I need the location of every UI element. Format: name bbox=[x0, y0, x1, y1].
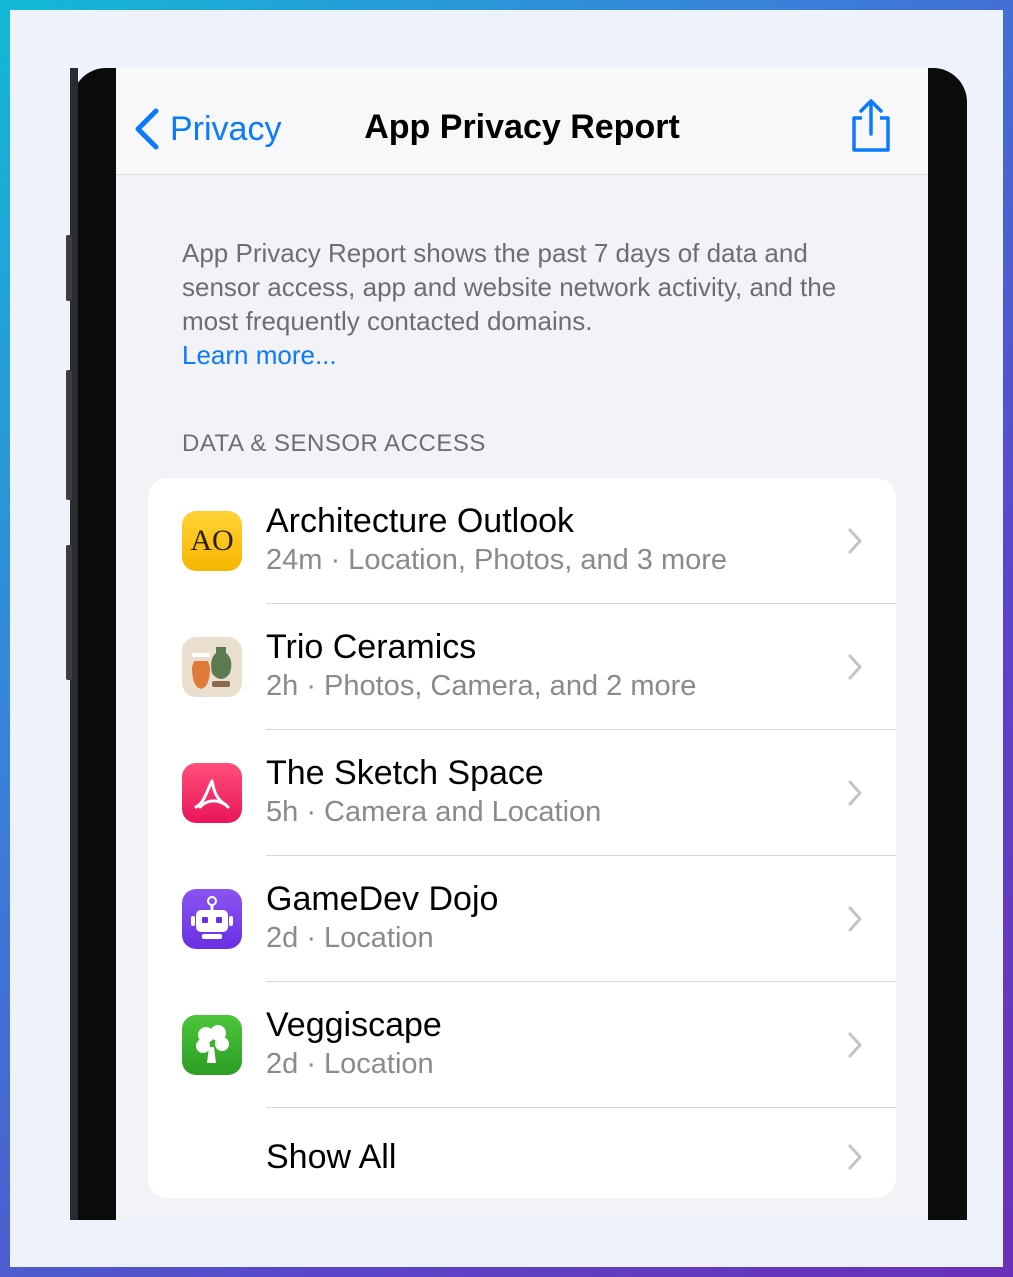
share-icon bbox=[852, 99, 890, 152]
app-access-detail: 24m · Location, Photos, and 3 more bbox=[266, 544, 728, 576]
share-button[interactable] bbox=[848, 98, 894, 154]
learn-more-link[interactable]: Learn more... bbox=[182, 338, 882, 372]
architecture-outlook-icon: AO bbox=[182, 511, 242, 571]
chevron-right-icon bbox=[848, 780, 862, 806]
app-row-trio-ceramics[interactable]: Trio Ceramics 2h · Photos, Camera, and 2… bbox=[148, 604, 896, 730]
side-button bbox=[66, 545, 72, 680]
chevron-right-icon bbox=[848, 906, 862, 932]
sketch-space-icon bbox=[182, 763, 242, 823]
gamedev-dojo-icon bbox=[182, 889, 242, 949]
app-name: Architecture Outlook bbox=[266, 502, 575, 540]
broccoli-icon bbox=[196, 1025, 229, 1063]
chevron-right-icon bbox=[848, 654, 862, 680]
show-all-label: Show All bbox=[266, 1138, 397, 1176]
app-row-gamedev-dojo[interactable]: GameDev Dojo 2d · Location bbox=[148, 856, 896, 982]
vases-icon bbox=[192, 647, 232, 689]
trio-ceramics-icon bbox=[182, 637, 242, 697]
intro-text: App Privacy Report shows the past 7 days… bbox=[182, 238, 837, 336]
chevron-right-icon bbox=[848, 528, 862, 554]
intro-description: App Privacy Report shows the past 7 days… bbox=[182, 236, 882, 372]
app-row-veggiscape[interactable]: Veggiscape 2d · Location bbox=[148, 982, 896, 1108]
app-access-detail: 2d · Location bbox=[266, 922, 434, 954]
navigation-bar: Privacy App Privacy Report bbox=[116, 68, 928, 175]
chevron-right-icon bbox=[848, 1144, 862, 1170]
page-title: App Privacy Report bbox=[364, 108, 680, 146]
app-name: The Sketch Space bbox=[266, 754, 544, 792]
show-all-row[interactable]: Show All bbox=[148, 1108, 896, 1198]
robot-icon bbox=[191, 896, 233, 939]
app-access-detail: 5h · Camera and Location bbox=[266, 796, 602, 828]
chevron-right-icon bbox=[848, 1032, 862, 1058]
volume-down-button bbox=[66, 370, 72, 500]
app-list-card: AO Architecture Outlook 24m · Location, … bbox=[148, 478, 896, 1198]
app-row-architecture-outlook[interactable]: AO Architecture Outlook 24m · Location, … bbox=[148, 478, 896, 604]
veggiscape-icon bbox=[182, 1015, 242, 1075]
app-access-detail: 2h · Photos, Camera, and 2 more bbox=[266, 670, 697, 702]
app-row-sketch-space[interactable]: The Sketch Space 5h · Camera and Locatio… bbox=[148, 730, 896, 856]
pen-stroke-icon bbox=[194, 779, 230, 809]
app-access-detail: 2d · Location bbox=[266, 1048, 434, 1080]
volume-up-button bbox=[66, 235, 72, 301]
app-name: GameDev Dojo bbox=[266, 880, 499, 918]
phone-screen: Privacy App Privacy Report App Privacy R… bbox=[116, 68, 928, 1220]
app-name: Trio Ceramics bbox=[266, 628, 477, 666]
section-header: DATA & SENSOR ACCESS bbox=[182, 430, 486, 457]
app-name: Veggiscape bbox=[266, 1006, 442, 1044]
app-icon-text: AO bbox=[190, 524, 234, 557]
